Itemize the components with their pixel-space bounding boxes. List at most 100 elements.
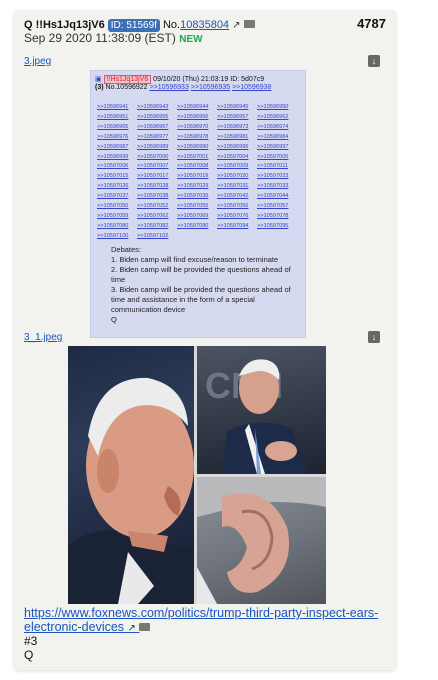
screenshot-reply-id: >>10596990 bbox=[177, 143, 209, 150]
screenshot-reply-id: >>10597031 bbox=[217, 183, 249, 190]
screenshot-reply-id: >>10597000 bbox=[137, 153, 169, 160]
external-link-icon[interactable]: ↗ bbox=[232, 19, 240, 33]
screenshot-reply-id: >>10597028 bbox=[137, 183, 169, 190]
screenshot-link: >>10596933 bbox=[149, 84, 189, 91]
post-number[interactable]: No.10835804 bbox=[163, 19, 229, 31]
screenshot-reply-id: >>10596973 bbox=[217, 123, 249, 130]
debate-illustration: CNN bbox=[205, 359, 307, 474]
screenshot-body-line: 1. Biden camp will find excuse/reason to… bbox=[111, 255, 279, 264]
screenshot-reply-id: >>10596977 bbox=[137, 133, 169, 140]
screenshot-reply-id: >>10596944 bbox=[177, 104, 209, 110]
screenshot-tripcode: !!Hs1Jq13jV6 bbox=[103, 75, 152, 84]
screenshot-reply-id: >>10597057 bbox=[257, 203, 289, 210]
post-date: Sep 29 2020 11:38:09 (EST) NEW bbox=[24, 31, 203, 45]
post-tag: #3 bbox=[24, 634, 38, 648]
screenshot-reply-id: >>10596970 bbox=[177, 123, 209, 130]
screenshot-reply-id: >>10596941 bbox=[97, 104, 129, 110]
screenshot-reply-id: >>10597038 bbox=[137, 193, 169, 200]
foxnews-article-link[interactable]: https://www.foxnews.com/politics/trump-t… bbox=[24, 606, 384, 636]
screenshot-reply-id: >>10597080 bbox=[97, 222, 129, 229]
screenshot-link: >>10596938 bbox=[232, 84, 272, 91]
screenshot-reply-id: >>10597029 bbox=[177, 183, 209, 190]
screenshot-reply-id: >>10596987 bbox=[97, 143, 129, 150]
screenshot-reply-id: >>10596962 bbox=[257, 113, 289, 120]
screenshot-reply-id: >>10597039 bbox=[177, 193, 209, 200]
screenshot-reply-id: >>10596945 bbox=[217, 104, 249, 110]
photo-profile-closeup bbox=[68, 346, 194, 604]
ear-illustration bbox=[197, 477, 326, 604]
new-badge: NEW bbox=[179, 34, 203, 45]
screenshot-body: Debates: 1. Biden camp will find excuse/… bbox=[111, 245, 296, 325]
screenshot-count: (3) bbox=[95, 84, 104, 91]
screenshot-reply-id: >>10597082 bbox=[137, 222, 169, 229]
screenshot-reply-id: >>10596976 bbox=[97, 133, 129, 140]
screenshot-user-icon: ▣ bbox=[95, 76, 102, 83]
author-name: Q !!Hs1Jq13jV6 bbox=[24, 19, 105, 31]
screenshot-reply-id: >>10596997 bbox=[257, 143, 289, 150]
screenshot-reply-id: >>10597019 bbox=[177, 173, 209, 180]
screenshot-date: 09/10/20 (Thu) 21:03:19 bbox=[153, 76, 229, 83]
screenshot-reply-id: >>10597026 bbox=[97, 183, 129, 190]
photo-collage[interactable]: CNN bbox=[68, 346, 326, 604]
screenshot-no: No.10596922 bbox=[105, 84, 148, 91]
screenshot-reply-id: >>10597102 bbox=[137, 232, 169, 239]
download-icon[interactable]: ↓ bbox=[368, 331, 380, 343]
external-link-icon[interactable]: ↗ bbox=[128, 623, 136, 634]
post-signoff: #3 Q bbox=[24, 634, 37, 662]
screenshot-reply-id: >>10597037 bbox=[97, 193, 129, 200]
portrait-illustration bbox=[68, 377, 194, 604]
screenshot-reply-id: >>10596951 bbox=[97, 113, 129, 120]
screenshot-reply-id: >>10596957 bbox=[217, 113, 249, 120]
screenshot-reply-id: >>10596950 bbox=[257, 104, 289, 110]
screenshot-reply-id: >>10597015 bbox=[97, 173, 129, 180]
screenshot-reply-id: >>10597042 bbox=[217, 193, 249, 200]
screenshot-reply-id: >>10597076 bbox=[217, 212, 249, 219]
screenshot-reply-id: >>10597078 bbox=[257, 212, 289, 219]
screenshot-reply-id: >>10597006 bbox=[97, 163, 129, 170]
screenshot-reply-id: >>10596965 bbox=[97, 123, 129, 130]
screenshot-reply-id: >>10597007 bbox=[137, 163, 169, 170]
folder-icon[interactable] bbox=[243, 20, 255, 29]
screenshot-reply-id: >>10597001 bbox=[177, 153, 209, 160]
screenshot-reply-id: >>10596981 bbox=[217, 133, 249, 140]
screenshot-reply-id: >>10597011 bbox=[257, 163, 289, 170]
folder-icon[interactable] bbox=[139, 622, 151, 631]
post-date-text: Sep 29 2020 11:38:09 (EST) bbox=[24, 31, 176, 45]
screenshot-reply-id: >>10597090 bbox=[177, 222, 209, 229]
screenshot-postline: (3) No.10596922 >>10596933 >>10596935 >>… bbox=[95, 84, 301, 91]
screenshot-reply-id: >>10597052 bbox=[137, 203, 169, 210]
link-text[interactable]: https://www.foxnews.com/politics/trump-t… bbox=[24, 606, 378, 634]
screenshot-reply-id: >>10596967 bbox=[137, 123, 169, 130]
screenshot-reply-id: >>10597056 bbox=[217, 203, 249, 210]
screenshot-reply-id: >>10596956 bbox=[177, 113, 209, 120]
screenshot-reply-id: >>10597033 bbox=[257, 183, 289, 190]
screenshot-reply-id: >>10596984 bbox=[257, 133, 289, 140]
photo-debate-stage: CNN bbox=[197, 346, 326, 474]
screenshot-body-line: 2. Biden camp will be provided the quest… bbox=[111, 265, 293, 284]
photo-ear-closeup bbox=[197, 477, 326, 604]
screenshot-header: ▣ !!Hs1Jq13jV6 09/10/20 (Thu) 21:03:19 I… bbox=[95, 75, 301, 84]
screenshot-reply-id: >>10597100 bbox=[97, 232, 129, 239]
post-count: 4787 bbox=[357, 16, 386, 31]
screenshot-image[interactable]: ▣ !!Hs1Jq13jV6 09/10/20 (Thu) 21:03:19 I… bbox=[90, 70, 306, 338]
post-number-link[interactable]: 10835804 bbox=[180, 19, 229, 31]
file-name-link[interactable]: 3.jpeg bbox=[24, 56, 51, 67]
screenshot-reply-id: >>10597094 bbox=[217, 222, 249, 229]
screenshot-reply-id: >>10597062 bbox=[137, 212, 169, 219]
download-icon[interactable]: ↓ bbox=[368, 55, 380, 67]
post-card: Q !!Hs1Jq13jV6 ID: 51569f No.10835804 ↗ … bbox=[14, 10, 396, 670]
screenshot-reply-id: >>10597023 bbox=[257, 173, 289, 180]
screenshot-reply-id: >>10597050 bbox=[97, 203, 129, 210]
screenshot-reply-id: >>10596978 bbox=[177, 133, 209, 140]
file-name-link[interactable]: 3_1.jpeg bbox=[24, 332, 62, 343]
screenshot-body-line: 3. Biden camp will be provided the quest… bbox=[111, 285, 293, 314]
screenshot-reply-id: >>10596955 bbox=[137, 113, 169, 120]
screenshot-reply-id: >>10597059 bbox=[97, 212, 129, 219]
screenshot-id: ID: 5d07c9 bbox=[230, 76, 265, 83]
screenshot-reply-id: >>10597055 bbox=[177, 203, 209, 210]
screenshot-reply-id: >>10597009 bbox=[217, 163, 249, 170]
screenshot-reply-id: >>10597069 bbox=[177, 212, 209, 219]
screenshot-reply-id: >>10596996 bbox=[217, 143, 249, 150]
screenshot-reply-id: >>10597044 bbox=[257, 193, 289, 200]
screenshot-reply-id: >>10597004 bbox=[217, 153, 249, 160]
